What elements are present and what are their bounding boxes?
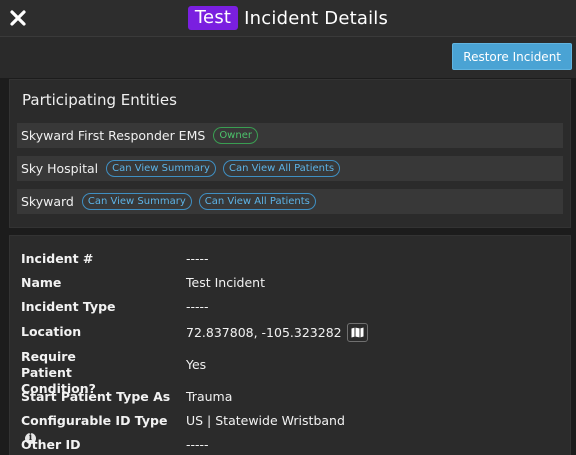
permission-tag: Can View Summary [106,160,216,177]
detail-value: Trauma [186,389,233,404]
entity-name: Sky Hospital [21,161,99,176]
title-bar: Test Incident Details [0,0,576,37]
entity-name: Skyward [21,194,74,209]
detail-label: Start Patient Type As [21,389,171,404]
entity-name: Skyward First Responder EMS [21,128,206,143]
detail-value: Test Incident [186,275,265,290]
detail-value: ----- [186,251,209,266]
entity-row: Sky Hospital Can View Summary Can View A… [17,156,563,181]
map-icon [351,327,364,338]
detail-label: Name [21,275,62,290]
test-badge: Test [187,6,239,30]
owner-tag: Owner [213,127,258,144]
entity-row: Skyward Can View Summary Can View All Pa… [17,189,563,214]
location-value-wrap: 72.837808, -105.323282 [186,323,368,342]
restore-incident-button[interactable]: Restore Incident [452,43,572,70]
title-text: Incident Details [244,7,389,29]
permission-tag: Can View All Patients [198,193,316,210]
participating-entities-panel: Participating Entities Skyward First Res… [9,79,571,228]
incident-details-panel: Incident # ----- Name Test Incident Inci… [9,235,571,455]
detail-value: Yes [186,357,207,372]
map-button[interactable] [346,323,368,342]
page-title: Test Incident Details [0,0,576,36]
detail-label: Location [21,324,82,339]
detail-label: Incident # [21,251,94,266]
panel-title: Participating Entities [22,91,177,109]
permission-tag: Can View All Patients [222,160,341,177]
location-value: 72.837808, -105.323282 [186,325,342,340]
toolbar: Restore Incident [0,37,576,78]
detail-label: Incident Type [21,299,116,314]
detail-value: US | Statewide Wristband [186,413,345,428]
detail-value: ----- [186,299,209,314]
incident-details-window: Test Incident Details Restore Incident P… [0,0,576,455]
permission-tag: Can View Summary [81,193,192,210]
detail-label: Other ID [21,437,81,452]
entity-row: Skyward First Responder EMS Owner [17,123,563,148]
detail-label: Configurable ID Type [21,413,168,428]
detail-value: ----- [186,437,209,452]
